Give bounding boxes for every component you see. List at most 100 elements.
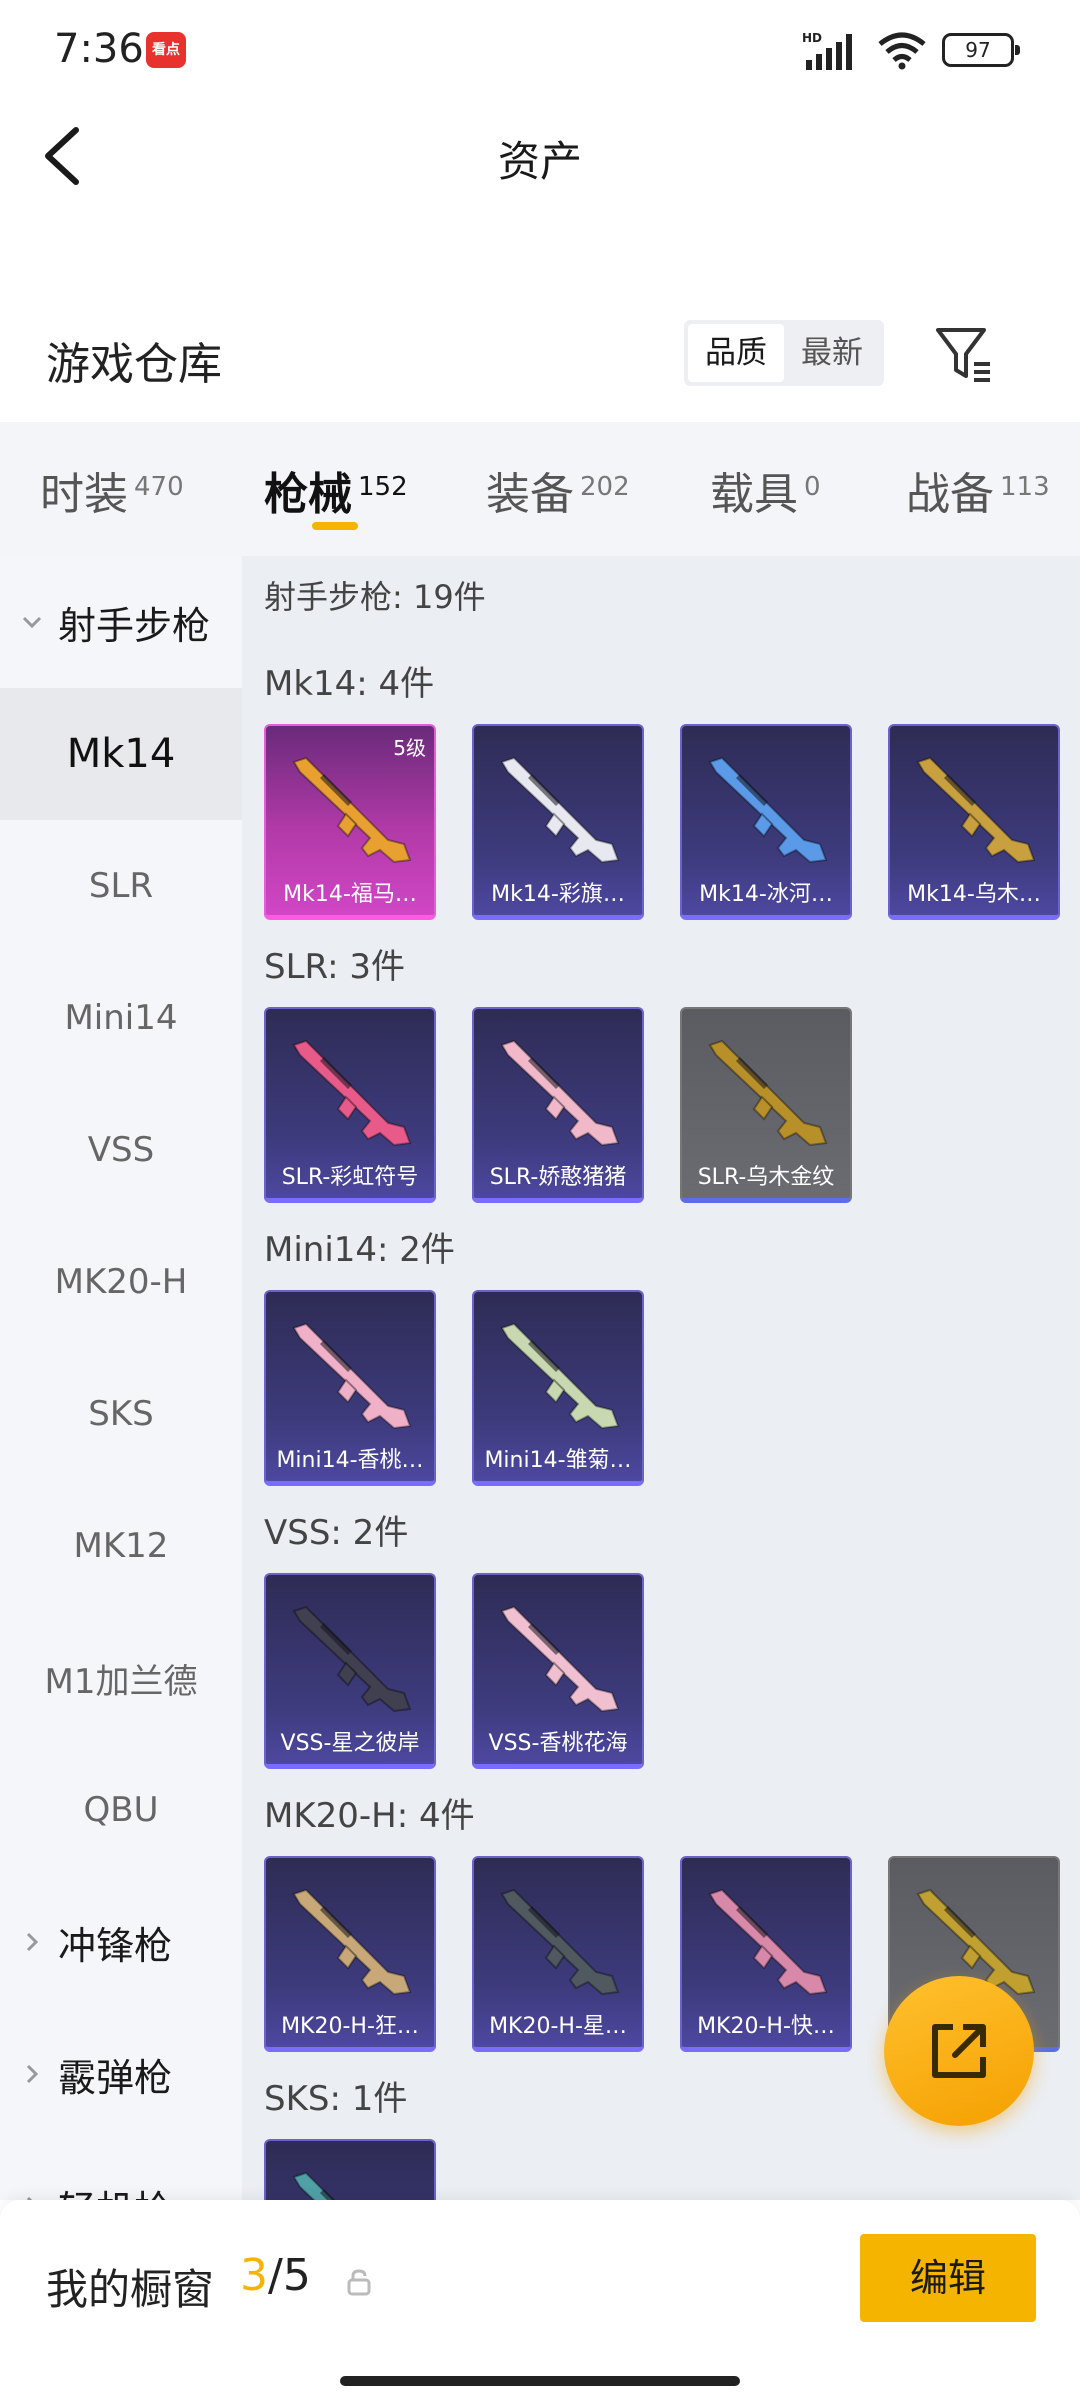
weapon-skin-image	[292, 1888, 412, 1996]
filter-button[interactable]	[932, 320, 996, 386]
weapon-name: Mini14-香桃…	[276, 1448, 424, 1473]
weapon-skin-image	[500, 1322, 620, 1430]
tab-count: 113	[1000, 472, 1050, 502]
weapon-name: MK20-H-快…	[697, 2014, 835, 2039]
weapon-name: Mini14-雏菊…	[484, 1448, 632, 1473]
sidebar: 射手步枪 Mk14 SLR Mini14 VSS MK20-H SKS MK12…	[0, 556, 242, 2200]
tab-count: 470	[134, 472, 184, 502]
weapon-card[interactable]: Mini14-香桃…	[264, 1290, 436, 1486]
weapon-name: SLR-彩虹符号	[281, 1165, 419, 1190]
tab-count: 0	[804, 472, 821, 502]
weapon-card[interactable]: Mk14-乌木…	[888, 724, 1060, 920]
weapon-skin-image	[292, 1605, 412, 1713]
sort-option-newest[interactable]: 最新	[784, 324, 880, 382]
share-button[interactable]	[884, 1976, 1034, 2126]
weapon-card[interactable]: SLR-娇憨猪猪	[472, 1007, 644, 1203]
tab-count: 152	[358, 472, 408, 502]
sidebar-item-mk20h[interactable]: MK20-H	[0, 1216, 242, 1348]
weapon-card[interactable]: Mini14-雏菊…	[472, 1290, 644, 1486]
sidebar-item-mk14[interactable]: Mk14	[0, 688, 242, 820]
status-bar: 7:36 看点 HD 97	[0, 0, 1080, 100]
group-title: VSS: 2件	[264, 1513, 409, 1553]
wifi-icon	[878, 32, 926, 70]
svg-text:HD: HD	[802, 31, 822, 45]
weapon-skin-image	[500, 756, 620, 864]
weapon-card[interactable]: 5级 Mk14-福马…	[264, 724, 436, 920]
weapon-card[interactable]: MK20-H-狂…	[264, 1856, 436, 2052]
hd-signal-icon: HD	[802, 31, 852, 70]
tab-label: 时装	[40, 469, 128, 520]
lock-icon	[347, 2269, 371, 2296]
weapon-skin-image	[708, 1039, 828, 1147]
sidebar-item-mini14[interactable]: Mini14	[0, 952, 242, 1084]
tab-label: 载具	[710, 469, 798, 520]
weapon-skin-image	[500, 1888, 620, 1996]
tab-firearms[interactable]: 枪械 152	[264, 458, 408, 522]
weapon-skin-image	[292, 1322, 412, 1430]
item-grid: 射手步枪: 19件 Mk14: 4件 5级 Mk14-福马… Mk14-彩旗… Mk14…	[242, 556, 1080, 2200]
sidebar-group-label: 轻机枪	[58, 2179, 172, 2201]
weapon-card[interactable]: Mk14-彩旗…	[472, 724, 644, 920]
tab-label: 战备	[906, 469, 994, 520]
section-title: 射手步枪: 19件	[264, 578, 486, 616]
level-badge: 5级	[393, 736, 426, 760]
group-title: MK20-H: 4件	[264, 1796, 475, 1836]
weapon-skin-image	[708, 756, 828, 864]
tab-equipment[interactable]: 装备 202	[486, 458, 630, 522]
sidebar-group-shotgun[interactable]: 霰弹枪	[0, 2008, 242, 2140]
group-title: SKS: 1件	[264, 2079, 408, 2119]
chevron-right-icon	[20, 1930, 44, 1954]
group-title: SLR: 3件	[264, 947, 405, 987]
sidebar-item-m1-garand[interactable]: M1加兰德	[0, 1612, 242, 1744]
sidebar-item-qbu[interactable]: QBU	[0, 1744, 242, 1876]
sidebar-item-slr[interactable]: SLR	[0, 820, 242, 952]
tab-vehicles[interactable]: 载具 0	[710, 458, 821, 522]
tab-label: 装备	[486, 469, 574, 520]
edit-button[interactable]: 编辑	[860, 2234, 1036, 2322]
weapon-skin-image	[292, 1039, 412, 1147]
tab-count: 202	[580, 472, 630, 502]
warehouse-title: 游戏仓库	[46, 339, 222, 390]
tab-combat-gear[interactable]: 战备 113	[906, 458, 1050, 522]
sort-option-quality[interactable]: 品质	[688, 324, 784, 382]
weapon-card[interactable]: Mk14-冰河…	[680, 724, 852, 920]
weapon-skin-image	[292, 756, 412, 864]
sidebar-group-label: 射手步枪	[58, 603, 211, 648]
weapon-name: Mk14-冰河…	[699, 882, 833, 907]
sidebar-group-label: 霰弹枪	[58, 2055, 173, 2100]
home-indicator	[340, 2376, 740, 2386]
weapon-name: VSS-星之彼岸	[280, 1731, 420, 1756]
share-external-icon	[932, 2024, 986, 2078]
sidebar-item-sks[interactable]: SKS	[0, 1348, 242, 1480]
weapon-skin-image	[708, 1888, 828, 1996]
weapon-card[interactable]	[264, 2139, 436, 2200]
tab-fashion[interactable]: 时装 470	[40, 458, 184, 522]
weapon-name: SLR-娇憨猪猪	[489, 1165, 627, 1190]
weapon-name: VSS-香桃花海	[488, 1731, 628, 1756]
weapon-card[interactable]: SLR-乌木金纹	[680, 1007, 852, 1203]
weapon-name: SLR-乌木金纹	[697, 1165, 835, 1190]
weapon-card[interactable]: VSS-香桃花海	[472, 1573, 644, 1769]
tab-label: 枪械	[264, 469, 352, 520]
sidebar-item-mk12[interactable]: MK12	[0, 1480, 242, 1612]
sidebar-group-smg[interactable]: 冲锋枪	[0, 1876, 242, 2008]
sidebar-group-marksman[interactable]: 射手步枪	[0, 556, 242, 688]
group-title: Mk14: 4件	[264, 664, 435, 704]
weapon-card[interactable]: VSS-星之彼岸	[264, 1573, 436, 1769]
active-tab-indicator	[312, 522, 358, 530]
weapon-name: Mk14-福马…	[283, 882, 417, 907]
sidebar-group-lmg[interactable]: 轻机枪	[0, 2140, 242, 2200]
battery-icon: 97	[942, 33, 1020, 67]
weapon-name: Mk14-彩旗…	[491, 882, 625, 907]
news-app-icon: 看点	[146, 32, 186, 68]
weapon-card[interactable]: MK20-H-星…	[472, 1856, 644, 2052]
weapon-card[interactable]: MK20-H-快…	[680, 1856, 852, 2052]
sidebar-item-vss[interactable]: VSS	[0, 1084, 242, 1216]
showcase-current: 3	[240, 2250, 268, 2301]
system-icons: HD 97	[802, 30, 1020, 70]
sort-toggle: 品质 最新	[684, 320, 884, 386]
sidebar-group-label: 冲锋枪	[58, 1923, 173, 1968]
weapon-card[interactable]: SLR-彩虹符号	[264, 1007, 436, 1203]
filter-icon	[936, 328, 990, 382]
showcase-label: 我的橱窗	[46, 2265, 215, 2314]
